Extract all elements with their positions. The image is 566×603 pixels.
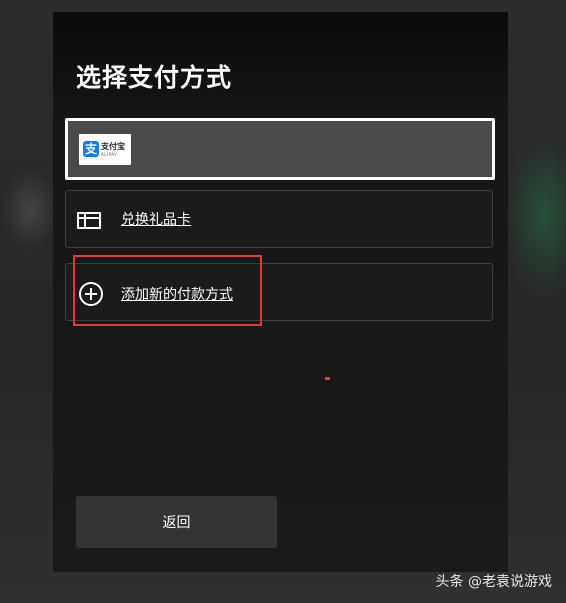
alipay-logo-subtext: ALIPAY (101, 152, 118, 157)
dialog-title: 选择支付方式 (76, 63, 233, 92)
annotation-mark (325, 377, 330, 380)
plus-circle-icon (79, 282, 103, 306)
add-payment-method-label[interactable]: 添加新的付款方式 (121, 284, 233, 304)
gift-card-label[interactable]: 兑换礼品卡 (121, 209, 191, 229)
alipay-logo-text: 支付宝 (101, 142, 125, 151)
payment-option-alipay[interactable]: 支 支付宝 ALIPAY (65, 118, 495, 180)
watermark: 头条 @老袁说游戏 (435, 574, 552, 590)
gift-card-icon (77, 212, 101, 229)
payment-option-add-new[interactable]: 添加新的付款方式 (65, 263, 493, 321)
alipay-icon: 支 (83, 141, 99, 157)
payment-option-gift-card[interactable]: 兑换礼品卡 (65, 190, 493, 248)
back-button[interactable]: 返回 (76, 496, 277, 548)
payment-method-dialog: 选择支付方式 支 支付宝 ALIPAY 兑换礼品卡 添加新的付款方式 返回 (53, 12, 508, 572)
alipay-logo: 支 支付宝 ALIPAY (79, 134, 131, 165)
